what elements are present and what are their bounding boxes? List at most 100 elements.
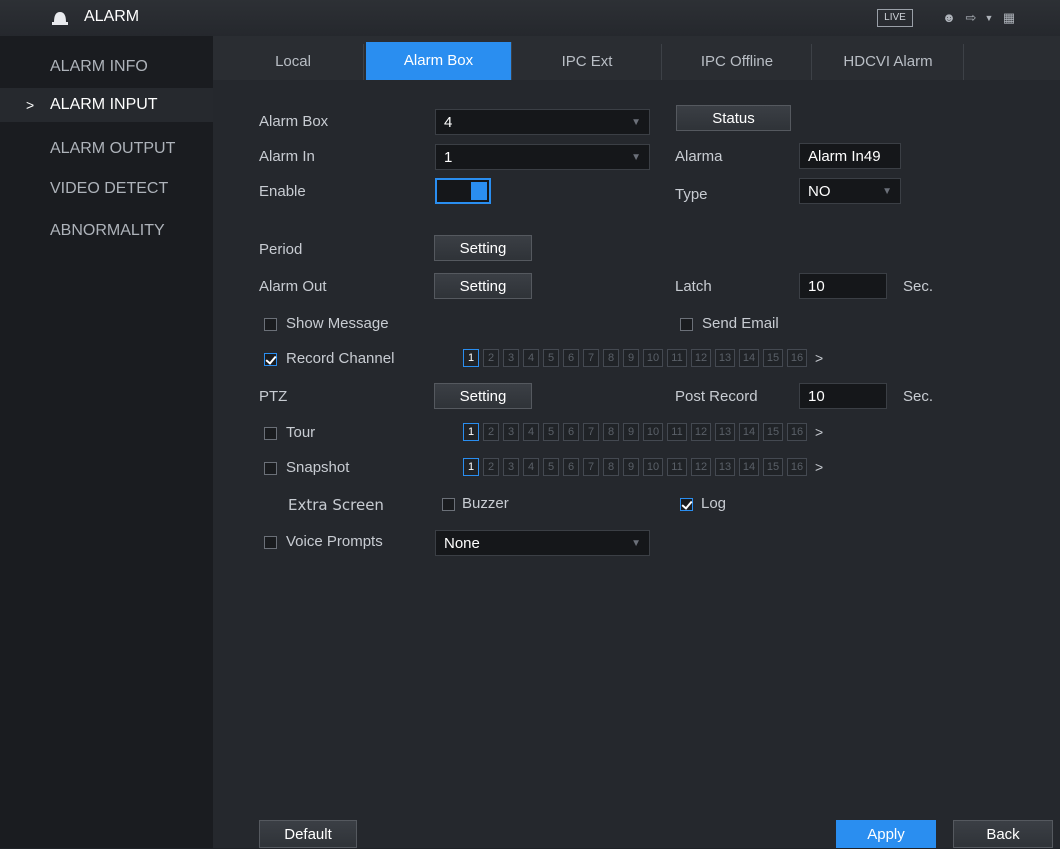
log-checkbox[interactable] [680, 498, 693, 511]
voice-prompts-checkbox[interactable] [264, 536, 277, 549]
tab-ipc-offline[interactable]: IPC Offline [663, 44, 812, 80]
alarm-out-setting-button[interactable]: Setting [434, 273, 532, 299]
logout-icon[interactable]: ⇨ [962, 9, 980, 27]
chevron-right-icon[interactable]: > [815, 458, 823, 476]
period-setting-button[interactable]: Setting [434, 235, 532, 261]
chevron-right-icon[interactable]: > [815, 349, 823, 367]
voice-prompts-select[interactable]: None ▼ [435, 530, 650, 556]
menu-grid-icon[interactable]: ▦ [1000, 9, 1018, 27]
alarm-out-label: Alarm Out [259, 278, 327, 295]
snapshot-checkbox[interactable] [264, 462, 277, 475]
latch-input[interactable]: 10 [799, 273, 887, 299]
channel-9[interactable]: 9 [623, 423, 639, 441]
snapshot-channel-selector: 1 2 3 4 5 6 7 8 9 10 11 12 13 14 15 16 > [463, 458, 923, 478]
channel-12[interactable]: 12 [691, 423, 711, 441]
channel-11[interactable]: 11 [667, 349, 687, 367]
channel-16[interactable]: 16 [787, 349, 807, 367]
channel-5[interactable]: 5 [543, 349, 559, 367]
channel-5[interactable]: 5 [543, 458, 559, 476]
channel-13[interactable]: 13 [715, 349, 735, 367]
channel-14[interactable]: 14 [739, 458, 759, 476]
channel-4[interactable]: 4 [523, 458, 539, 476]
default-button[interactable]: Default [259, 820, 357, 848]
channel-7[interactable]: 7 [583, 423, 599, 441]
show-message-checkbox[interactable] [264, 318, 277, 331]
tab-ipc-ext[interactable]: IPC Ext [513, 44, 662, 80]
channel-1[interactable]: 1 [463, 458, 479, 476]
sidebar-item-alarm-input[interactable]: > ALARM INPUT [0, 88, 213, 122]
channel-8[interactable]: 8 [603, 423, 619, 441]
chevron-right-icon[interactable]: > [815, 423, 823, 441]
channel-9[interactable]: 9 [623, 349, 639, 367]
channel-1[interactable]: 1 [463, 349, 479, 367]
sidebar-item-abnormality[interactable]: ABNORMALITY [0, 214, 213, 248]
apply-button[interactable]: Apply [836, 820, 936, 848]
channel-8[interactable]: 8 [603, 458, 619, 476]
buzzer-checkbox[interactable] [442, 498, 455, 511]
channel-10[interactable]: 10 [643, 458, 663, 476]
channel-12[interactable]: 12 [691, 458, 711, 476]
channel-2[interactable]: 2 [483, 423, 499, 441]
ptz-setting-button[interactable]: Setting [434, 383, 532, 409]
alarm-in-select[interactable]: 1 ▼ [435, 144, 650, 170]
channel-12[interactable]: 12 [691, 349, 711, 367]
channel-15[interactable]: 15 [763, 423, 783, 441]
sidebar-item-video-detect[interactable]: VIDEO DETECT [0, 172, 213, 206]
channel-16[interactable]: 16 [787, 458, 807, 476]
channel-11[interactable]: 11 [667, 458, 687, 476]
channel-2[interactable]: 2 [483, 458, 499, 476]
chevron-down-icon[interactable]: ▼ [980, 9, 998, 27]
alarm-name-input[interactable]: Alarm In49 [799, 143, 901, 169]
enable-toggle[interactable] [435, 178, 491, 204]
tab-hdcvi-alarm[interactable]: HDCVI Alarm [813, 44, 964, 80]
channel-6[interactable]: 6 [563, 458, 579, 476]
post-record-input[interactable]: 10 [799, 383, 887, 409]
type-label: Type [675, 186, 708, 203]
channel-6[interactable]: 6 [563, 349, 579, 367]
channel-7[interactable]: 7 [583, 458, 599, 476]
channel-14[interactable]: 14 [739, 423, 759, 441]
alarm-box-value: 4 [444, 114, 453, 131]
channel-10[interactable]: 10 [643, 349, 663, 367]
tab-local[interactable]: Local [223, 44, 364, 80]
tour-channel-selector: 1 2 3 4 5 6 7 8 9 10 11 12 13 14 15 16 > [463, 423, 923, 443]
channel-5[interactable]: 5 [543, 423, 559, 441]
record-channel-checkbox[interactable] [264, 353, 277, 366]
channel-9[interactable]: 9 [623, 458, 639, 476]
channel-2[interactable]: 2 [483, 349, 499, 367]
channel-11[interactable]: 11 [667, 423, 687, 441]
channel-8[interactable]: 8 [603, 349, 619, 367]
channel-6[interactable]: 6 [563, 423, 579, 441]
buzzer-label: Buzzer [462, 495, 509, 512]
channel-3[interactable]: 3 [503, 423, 519, 441]
tour-checkbox[interactable] [264, 427, 277, 440]
channel-16[interactable]: 16 [787, 423, 807, 441]
channel-15[interactable]: 15 [763, 349, 783, 367]
type-value: NO [808, 183, 831, 200]
sidebar-item-label: ABNORMALITY [50, 222, 165, 239]
sidebar-item-label: ALARM INFO [50, 58, 148, 75]
channel-4[interactable]: 4 [523, 349, 539, 367]
status-button[interactable]: Status [676, 105, 791, 131]
channel-3[interactable]: 3 [503, 458, 519, 476]
channel-4[interactable]: 4 [523, 423, 539, 441]
channel-1[interactable]: 1 [463, 423, 479, 441]
channel-7[interactable]: 7 [583, 349, 599, 367]
sidebar-item-alarm-output[interactable]: ALARM OUTPUT [0, 132, 213, 166]
channel-14[interactable]: 14 [739, 349, 759, 367]
channel-10[interactable]: 10 [643, 423, 663, 441]
send-email-checkbox[interactable] [680, 318, 693, 331]
voice-prompts-label: Voice Prompts [286, 533, 383, 550]
alarm-box-select[interactable]: 4 ▼ [435, 109, 650, 135]
channel-13[interactable]: 13 [715, 423, 735, 441]
channel-3[interactable]: 3 [503, 349, 519, 367]
live-button[interactable]: LIVE [877, 9, 913, 27]
channel-15[interactable]: 15 [763, 458, 783, 476]
sidebar-item-alarm-info[interactable]: ALARM INFO [0, 50, 213, 84]
channel-13[interactable]: 13 [715, 458, 735, 476]
alarm-in-label: Alarm In [259, 148, 315, 165]
back-button[interactable]: Back [953, 820, 1053, 848]
type-select[interactable]: NO ▼ [799, 178, 901, 204]
tab-alarm-box[interactable]: Alarm Box [366, 42, 512, 80]
user-icon[interactable]: ☻ [940, 9, 958, 27]
